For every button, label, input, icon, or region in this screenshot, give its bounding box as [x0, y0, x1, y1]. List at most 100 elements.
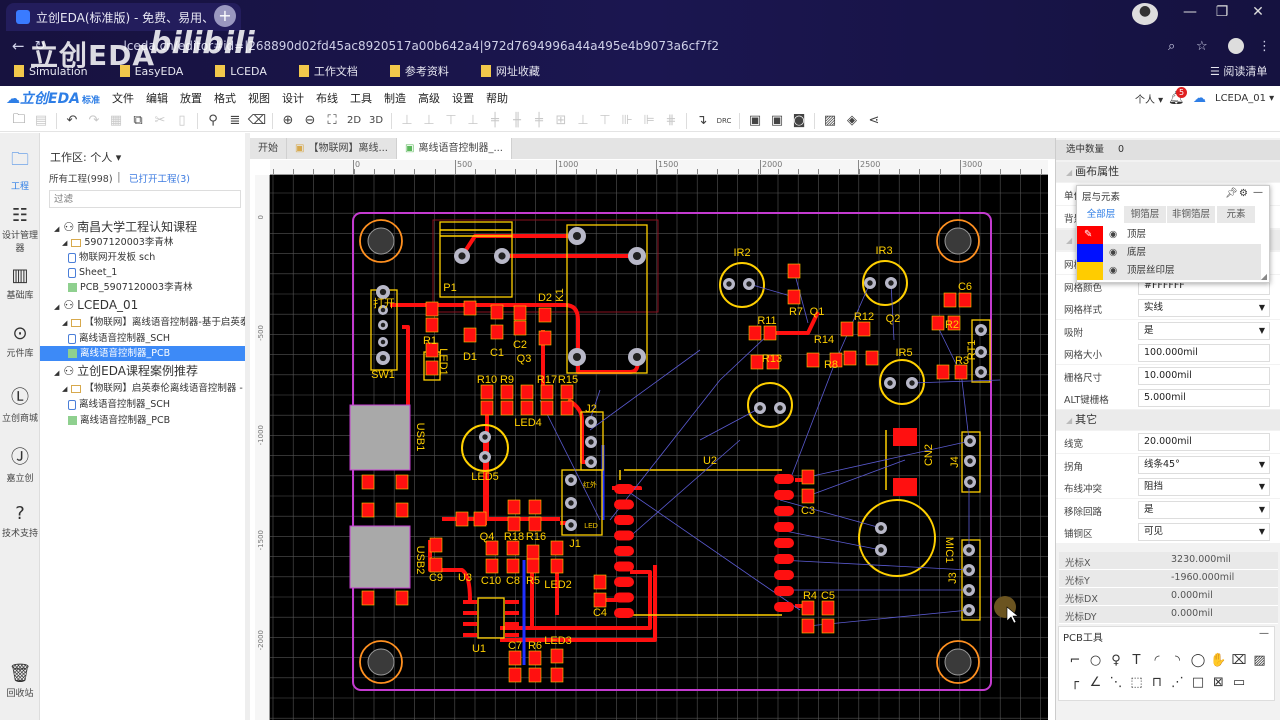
- menu-item[interactable]: 制造: [384, 90, 406, 106]
- module-pad[interactable]: [614, 592, 634, 603]
- fit-view-icon[interactable]: ⛶: [321, 113, 343, 128]
- ic-pad[interactable]: [463, 611, 477, 615]
- expand-caret-icon[interactable]: ◢: [54, 369, 59, 377]
- scope-dropdown[interactable]: 个人 ▾: [1135, 91, 1163, 106]
- track-icon[interactable]: ⌐: [1065, 653, 1085, 668]
- image-icon[interactable]: ▨: [819, 113, 841, 128]
- smd-pad[interactable]: [520, 400, 534, 416]
- module-pad[interactable]: [614, 530, 634, 541]
- resize-handle[interactable]: ◢: [1261, 272, 1267, 281]
- layer-color-swatch[interactable]: [1077, 244, 1103, 262]
- smd-pad[interactable]: [954, 364, 968, 380]
- layer-tab-0[interactable]: 全部层: [1081, 206, 1121, 223]
- zoom-in-icon[interactable]: ⊕: [277, 113, 299, 128]
- rectangle-icon[interactable]: □: [1188, 675, 1208, 690]
- tree-item-group[interactable]: ◢ ⚇ LCEDA_01: [40, 298, 250, 313]
- smd-pad[interactable]: [748, 325, 762, 341]
- smd-pad[interactable]: [526, 558, 540, 574]
- smd-pad[interactable]: [506, 558, 520, 574]
- other-section[interactable]: ◢ 其它: [1056, 410, 1280, 430]
- close-window-button[interactable]: ✕: [1243, 4, 1273, 20]
- open-icon[interactable]: 🗀︎: [8, 110, 30, 132]
- save-icon[interactable]: ▤: [30, 113, 52, 128]
- arc-icon[interactable]: ◜: [1147, 653, 1167, 668]
- smd-pad[interactable]: [463, 327, 477, 343]
- delete-icon[interactable]: ▯: [171, 113, 193, 128]
- distribute-h-icon[interactable]: ╫: [506, 113, 528, 128]
- redo-icon[interactable]: ↷: [83, 113, 105, 128]
- smd-pad[interactable]: [485, 540, 499, 556]
- property-select[interactable]: 线条45° ▼: [1138, 455, 1270, 474]
- smd-pad[interactable]: [395, 590, 409, 606]
- doc-tab-2[interactable]: ▣ 离线语音控制器_...: [397, 138, 512, 159]
- layer-tab-3[interactable]: 元素: [1217, 206, 1255, 223]
- expand-caret-icon[interactable]: ◢: [62, 385, 67, 393]
- smd-pad[interactable]: [480, 400, 494, 416]
- paste-icon[interactable]: ✂: [149, 113, 171, 128]
- smd-pad[interactable]: [893, 478, 917, 496]
- smd-pad[interactable]: [361, 502, 375, 518]
- tree-item-sch[interactable]: 离线语音控制器_SCH: [40, 331, 250, 346]
- bookmark-5[interactable]: 网址收藏: [480, 63, 540, 79]
- smd-pad[interactable]: [361, 590, 375, 606]
- smd-pad[interactable]: [550, 558, 564, 574]
- expand-caret-icon[interactable]: ◢: [62, 239, 67, 247]
- property-input[interactable]: 100.000mil: [1138, 344, 1270, 362]
- account-dropdown[interactable]: LCEDA_01 ▾: [1215, 93, 1274, 104]
- eye-icon[interactable]: ◉: [1109, 262, 1117, 280]
- bom-icon[interactable]: ▣: [744, 113, 766, 128]
- smd-pad[interactable]: [425, 301, 439, 317]
- search-icon[interactable]: ⚲: [202, 113, 224, 128]
- pcb-drawing[interactable]: 打开 SW1 P1 D2 K1 R1LED1 D1 C1 C2 Q3 R10 R9 R17 R15 LED4…: [270, 175, 1048, 720]
- smd-pad[interactable]: [958, 292, 972, 308]
- ic-pad[interactable]: [505, 633, 519, 637]
- menu-item[interactable]: 放置: [180, 90, 202, 106]
- cloud-icon[interactable]: ☁: [1193, 91, 1206, 106]
- find-replace-icon[interactable]: ≣: [224, 113, 246, 128]
- menu-item[interactable]: 编辑: [146, 90, 168, 106]
- rail-item-3[interactable]: ⊙ 元件库: [0, 323, 40, 359]
- smd-pad[interactable]: [500, 400, 514, 416]
- smd-pad[interactable]: [429, 557, 443, 573]
- connect-pad-icon[interactable]: ┌: [1065, 675, 1085, 690]
- smd-pad[interactable]: [763, 325, 777, 341]
- smd-pad[interactable]: [593, 574, 607, 590]
- rail-item-2[interactable]: ▥ 基础库: [0, 265, 40, 301]
- menu-item[interactable]: 布线: [316, 90, 338, 106]
- expand-caret-icon[interactable]: ◢: [54, 303, 59, 311]
- smd-pad[interactable]: [936, 364, 950, 380]
- copper-area-icon[interactable]: ⋰: [1168, 675, 1188, 690]
- tree-item-sch[interactable]: 离线语音控制器_SCH: [40, 397, 250, 412]
- property-select[interactable]: 可见 ▼: [1138, 523, 1270, 541]
- profile-icon[interactable]: ●: [1132, 3, 1158, 25]
- minimize-button[interactable]: —: [1175, 4, 1205, 20]
- ic-pad[interactable]: [505, 622, 519, 626]
- tree-item-pcb[interactable]: 离线语音控制器_PCB: [40, 413, 250, 428]
- pick-place-icon[interactable]: ◙: [788, 113, 810, 128]
- smd-pad[interactable]: [528, 516, 542, 532]
- align-left-icon[interactable]: ⊥: [396, 113, 418, 128]
- module-pad[interactable]: [774, 602, 794, 612]
- smd-pad[interactable]: [806, 352, 820, 368]
- collapse-button[interactable]: —: [1259, 628, 1269, 639]
- rect-select-icon[interactable]: ⬚: [1127, 675, 1147, 690]
- tree-item-pcb[interactable]: 离线语音控制器_PCB: [40, 346, 250, 361]
- property-input[interactable]: 20.000mil: [1138, 433, 1270, 451]
- smd-pad[interactable]: [821, 600, 835, 616]
- menu-item[interactable]: 视图: [248, 90, 270, 106]
- rail-item-0[interactable]: 🗀︎ 工程: [0, 147, 40, 192]
- view-2d-button[interactable]: 2D: [343, 115, 365, 126]
- menu-item[interactable]: 工具: [350, 90, 372, 106]
- layer-row[interactable]: ✎ ◉ 顶层: [1077, 226, 1261, 244]
- tree-item-folder[interactable]: ◢ 【物联网】启英泰伦离线语音控制器 - V2.0: [40, 381, 250, 396]
- bookmark-star-icon[interactable]: ☆: [1196, 39, 1208, 54]
- layer-color-swatch[interactable]: [1077, 262, 1103, 280]
- tree-item-group[interactable]: ◢ ⚇ 南昌大学工程认知课程: [40, 220, 250, 235]
- smd-pad[interactable]: [480, 384, 494, 400]
- spread-v-icon[interactable]: ⊫: [638, 113, 660, 128]
- ic-pad[interactable]: [463, 633, 477, 637]
- bookmark-0[interactable]: Simulation: [14, 63, 88, 79]
- module-pad[interactable]: [614, 608, 634, 618]
- tree-item-folder[interactable]: ◢ 【物联网】离线语音控制器-基于启英泰伦C: [40, 315, 250, 330]
- menu-item[interactable]: 帮助: [486, 90, 508, 106]
